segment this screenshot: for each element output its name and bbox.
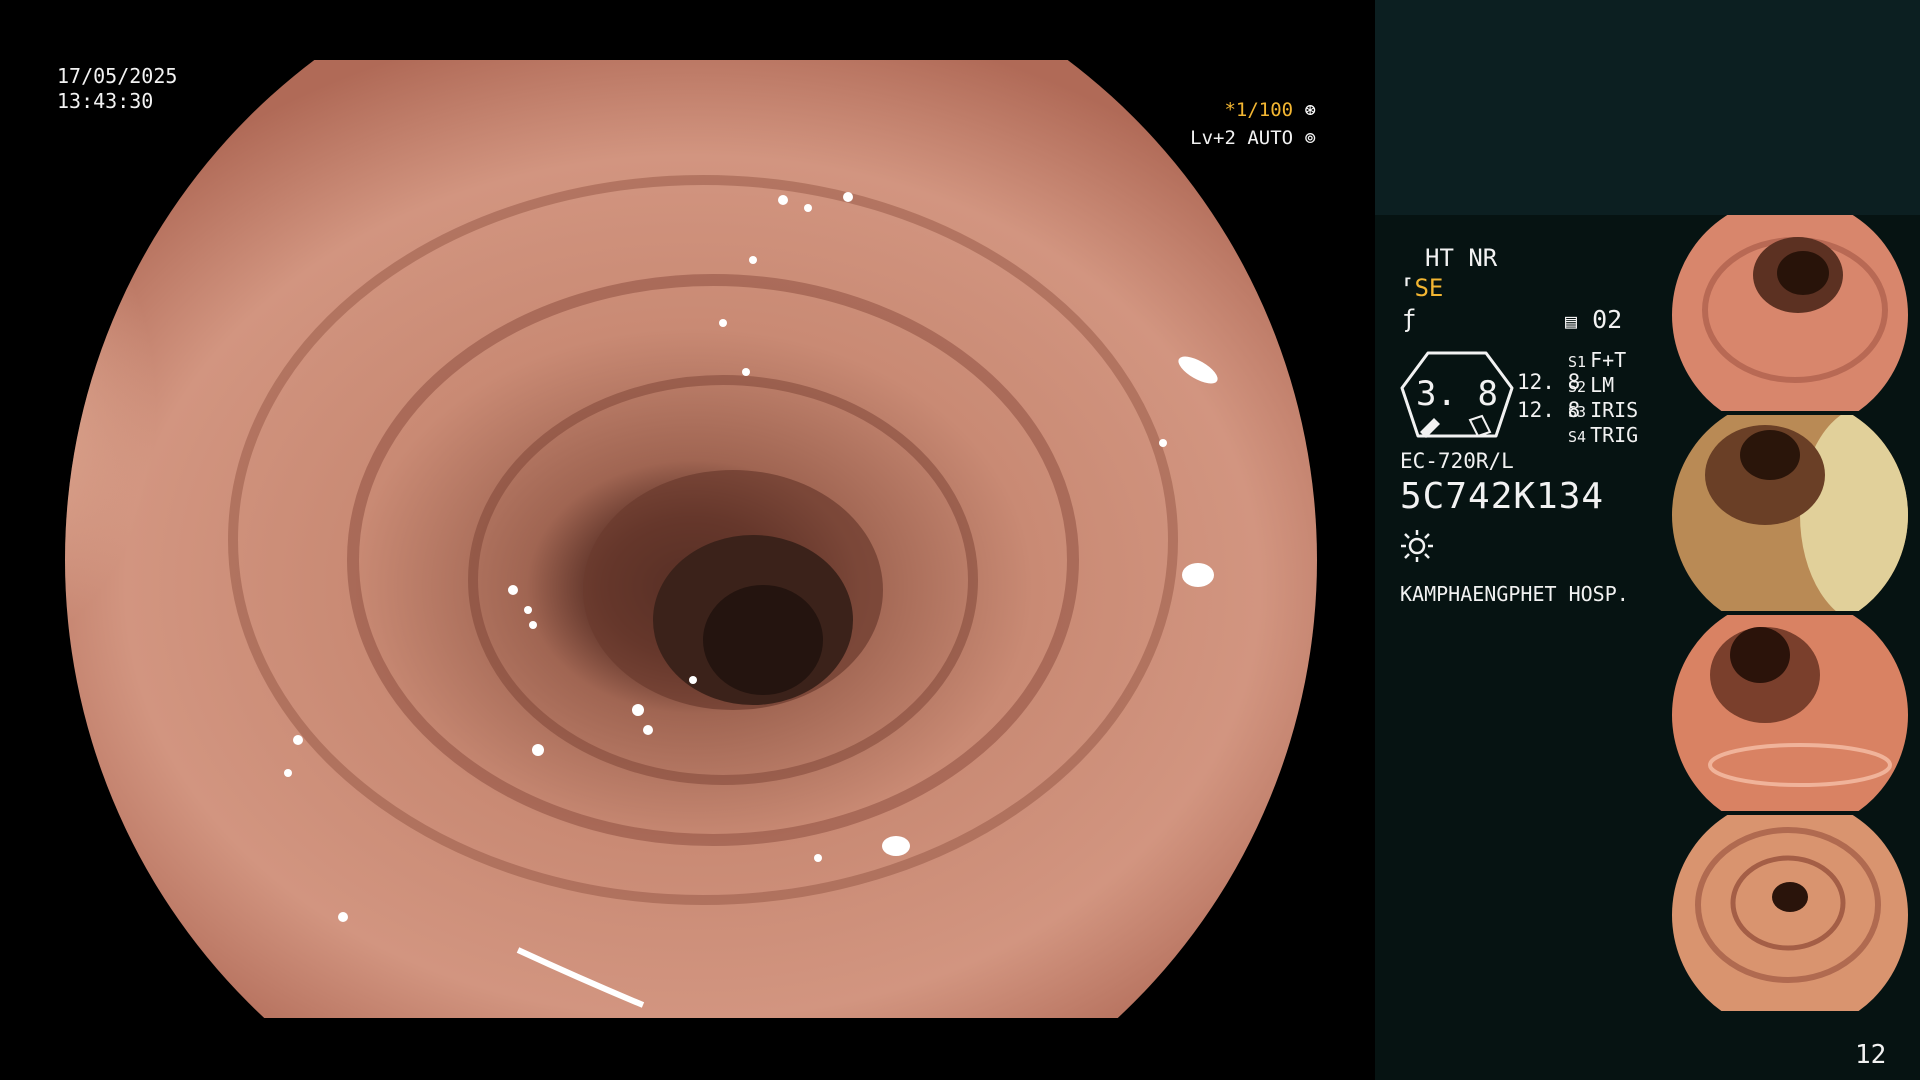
se-row: ⸢SE [1400,274,1443,302]
scope-serial: 5C742K134 [1400,476,1605,517]
document-icon: ▤ [1565,309,1578,333]
setting-key: S3 [1568,403,1587,421]
setting-s4: S4 TRIG [1568,423,1638,447]
hospital-name: KAMPHAENGPHET HOSP. [1400,582,1629,606]
page-number: 12 [1855,1040,1887,1070]
setting-key: S4 [1568,428,1587,446]
light-icon [1401,530,1433,562]
brightness-level-text: Lv+2 AUTO [1190,127,1294,149]
f-icon: ƒ [1402,305,1417,333]
auto-iris-icon: ⊚ [1304,127,1316,149]
image-mode: HT NR [1425,244,1498,272]
setting-s1: S1 F+T [1568,348,1626,372]
document-number: 02 [1592,305,1623,334]
setting-value: IRIS [1590,398,1639,422]
document-row: ▤ 02 [1565,305,1622,334]
setting-value: F+T [1590,348,1627,372]
se-label: SE [1414,274,1444,302]
setting-s3: S3 IRIS [1568,398,1638,422]
thumbnail-4[interactable] [1670,815,1920,1011]
gauge-value: 3. 8 [1416,374,1498,414]
shutter-speed-row: *1/100 ⊛ [1224,99,1316,121]
scope-model: EC-720R/L [1400,449,1514,473]
endoscopy-view [63,60,1323,1018]
setting-value: LM [1590,373,1615,397]
setting-key: S2 [1568,378,1587,396]
thumbnail-3[interactable] [1670,615,1920,811]
thumbnail-1[interactable] [1670,215,1920,411]
thumbnail-2[interactable] [1670,415,1920,611]
setting-s2: S2 LM [1568,373,1614,397]
exam-time: 13:43:30 [57,89,154,113]
se-icon: ⸢ [1400,274,1415,302]
brightness-level-row: Lv+2 AUTO ⊚ [1190,127,1316,149]
exam-date: 17/05/2025 [57,64,178,88]
shutter-icon: ⊛ [1304,99,1316,121]
side-panel-header [1375,0,1920,215]
setting-value: TRIG [1590,423,1639,447]
shutter-speed-text: *1/100 [1224,99,1294,121]
setting-key: S1 [1568,353,1587,371]
